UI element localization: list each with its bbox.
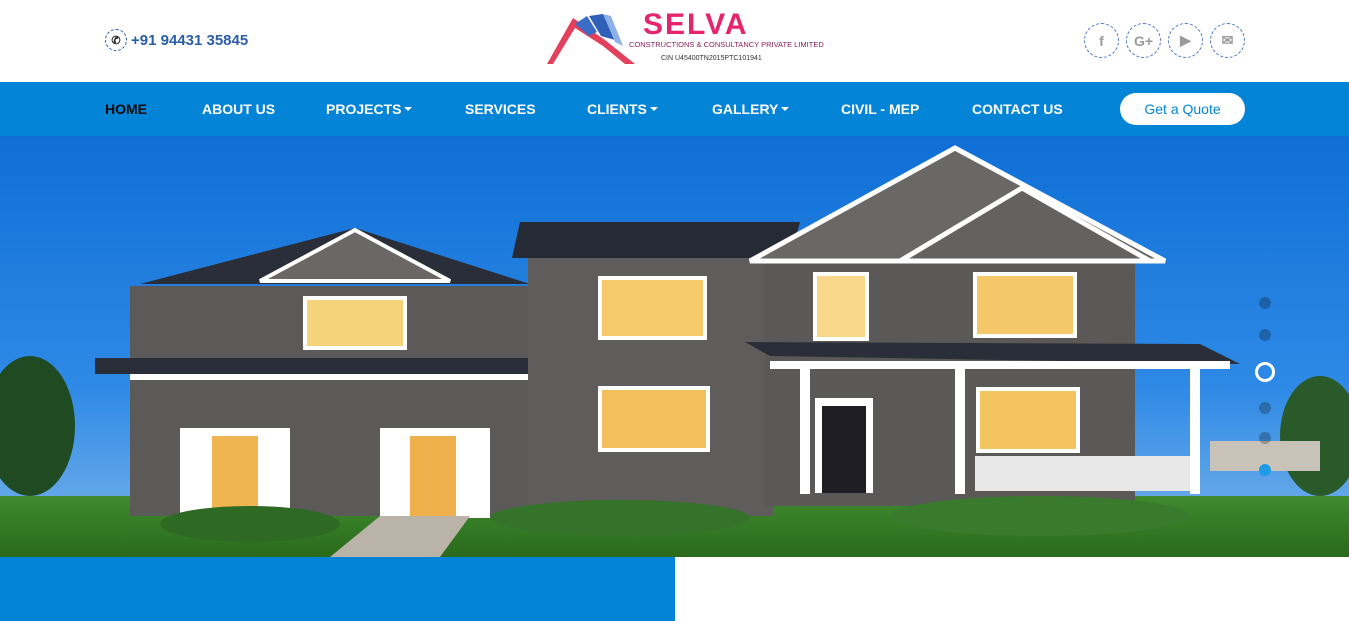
get-a-quote-button[interactable]: Get a Quote xyxy=(1120,93,1245,125)
phone-contact[interactable]: ✆ +91 94431 35845 xyxy=(105,29,248,51)
slide-dot-3[interactable] xyxy=(1255,362,1275,382)
nav-civil-mep-label: CIVIL - MEP xyxy=(841,101,920,117)
logo-cin: CIN U45400TN2015PTC101941 xyxy=(661,55,762,62)
nav-gallery[interactable]: GALLERY xyxy=(712,101,790,117)
caret-down-icon xyxy=(781,107,790,111)
nav-clients-label: CLIENTS xyxy=(587,101,647,117)
nav-services-label: SERVICES xyxy=(465,101,536,117)
logo-subtitle: CONSTRUCTIONS & CONSULTANCY PRIVATE LIMI… xyxy=(629,40,824,49)
phone-icon: ✆ xyxy=(105,29,127,51)
slide-dot-2[interactable] xyxy=(1259,329,1271,341)
caret-down-icon xyxy=(649,107,658,111)
nav-home-label: HOME xyxy=(105,101,147,117)
mail-icon[interactable]: ✉ xyxy=(1210,23,1245,58)
nav-contact-us-label: CONTACT US xyxy=(972,101,1063,117)
hero-slider xyxy=(0,136,1349,557)
slide-dot-5[interactable] xyxy=(1259,432,1271,444)
google-plus-icon[interactable]: G+ xyxy=(1126,23,1161,58)
nav-about-us[interactable]: ABOUT US xyxy=(202,101,275,117)
nav-gallery-label: GALLERY xyxy=(712,101,779,117)
facebook-icon[interactable]: f xyxy=(1084,23,1119,58)
blue-content-panel xyxy=(0,557,675,621)
slide-dot-1[interactable] xyxy=(1259,297,1271,309)
caret-down-icon xyxy=(404,107,413,111)
slide-dot-6[interactable] xyxy=(1259,464,1271,476)
nav-clients[interactable]: CLIENTS xyxy=(587,101,658,117)
slide-dot-4[interactable] xyxy=(1259,402,1271,414)
nav-civil-mep[interactable]: CIVIL - MEP xyxy=(841,101,919,117)
nav-contact-us[interactable]: CONTACT US xyxy=(972,101,1063,117)
house-hero-image xyxy=(0,136,1349,557)
company-logo[interactable]: SELVA CONSTRUCTIONS & CONSULTANCY PRIVAT… xyxy=(545,8,824,68)
nav-home[interactable]: HOME xyxy=(105,101,147,117)
phone-number: +91 94431 35845 xyxy=(131,31,249,49)
nav-services[interactable]: SERVICES xyxy=(465,101,536,117)
content-section xyxy=(0,557,1349,621)
logo-roof-icon xyxy=(547,14,635,64)
nav-projects-label: PROJECTS xyxy=(326,101,402,117)
top-header: ✆ +91 94431 35845 SELVA CONSTRUCTIONS & … xyxy=(0,0,1349,82)
youtube-icon[interactable]: ▶ xyxy=(1168,23,1203,58)
main-nav: HOME ABOUT US PROJECTS SERVICES CLIENTS … xyxy=(0,82,1349,136)
social-links: f G+ ▶ ✉ xyxy=(1084,23,1245,58)
nav-about-us-label: ABOUT US xyxy=(202,101,276,117)
logo-name: SELVA xyxy=(643,8,749,41)
nav-projects[interactable]: PROJECTS xyxy=(326,101,413,117)
